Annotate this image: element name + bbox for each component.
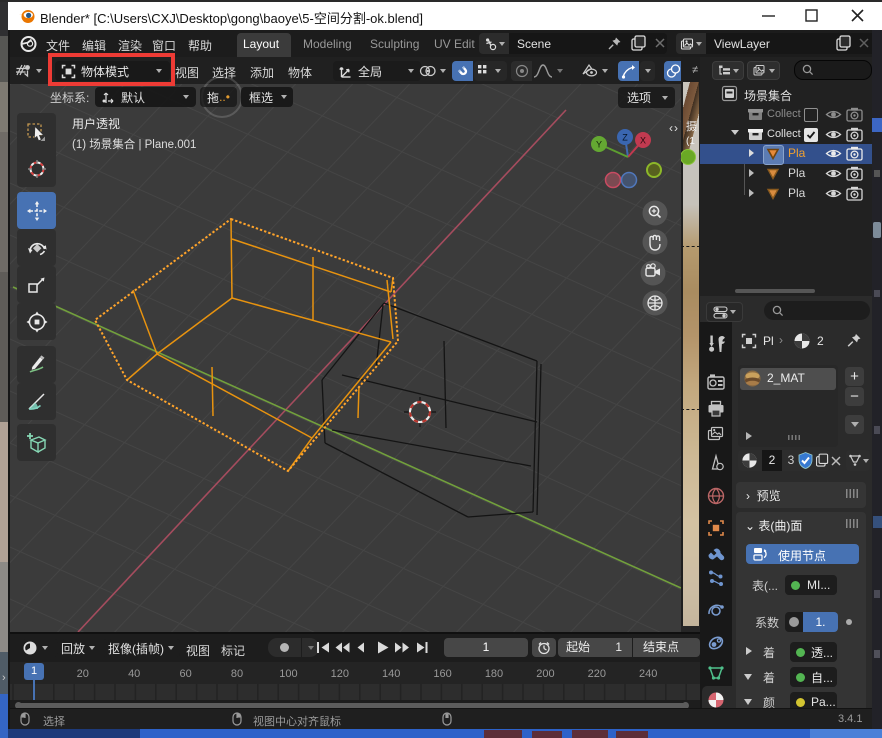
svg-text:80: 80 [231,668,243,680]
svg-text:X: X [640,136,646,146]
svg-text:200: 200 [536,668,554,680]
svg-text:180: 180 [485,668,503,680]
svg-text:120: 120 [331,668,349,680]
svg-text:Z: Z [622,133,628,143]
svg-text:140: 140 [382,668,400,680]
svg-text:Y: Y [596,140,602,150]
svg-text:220: 220 [588,668,606,680]
svg-text:100: 100 [279,668,297,680]
svg-text:20: 20 [77,668,89,680]
svg-text:160: 160 [433,668,451,680]
svg-text:40: 40 [128,668,140,680]
svg-text:240: 240 [639,668,657,680]
svg-text:60: 60 [179,668,191,680]
